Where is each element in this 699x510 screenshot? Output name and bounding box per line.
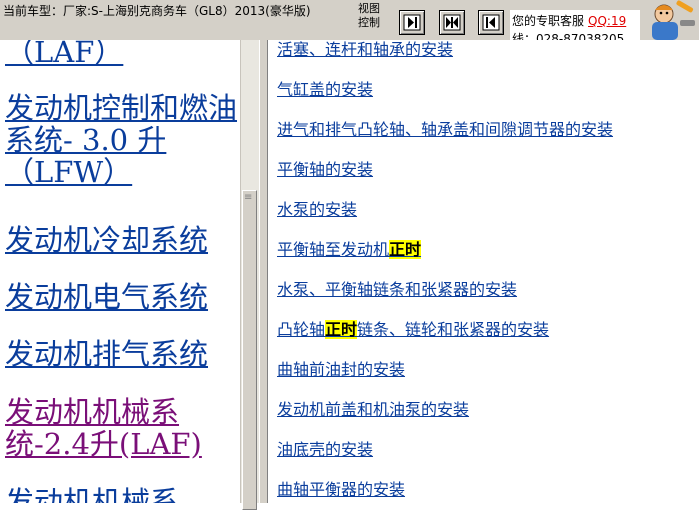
search-highlight: 正时 xyxy=(389,240,422,259)
procedure-link[interactable]: 平衡轴的安装 xyxy=(277,160,373,180)
procedure-link[interactable]: 水泵、平衡轴链条和张紧器的安装 xyxy=(277,280,517,300)
procedure-link[interactable]: 凸轮轴正时链条、链轮和张紧器的安装 xyxy=(277,320,549,340)
service-label: 您的专职客服 xyxy=(512,14,585,28)
procedure-link[interactable]: 油底壳的安装 xyxy=(277,440,373,460)
category-link[interactable]: 发动机机械系 xyxy=(5,486,240,503)
procedure-link[interactable]: 曲轴平衡器的安装 xyxy=(277,480,405,500)
scroll-thumb[interactable] xyxy=(242,190,257,510)
category-link[interactable]: 发动机冷却系统 xyxy=(5,224,240,256)
show-left-pane-button[interactable] xyxy=(478,10,504,35)
procedure-link[interactable]: 曲轴前油封的安装 xyxy=(277,360,405,380)
procedure-link[interactable]: 活塞、连杆和轴承的安装 xyxy=(277,40,453,60)
category-link[interactable]: 发动机电气系统 xyxy=(5,281,240,313)
procedure-link[interactable]: 发动机前盖和机油泵的安装 xyxy=(277,400,469,420)
category-link[interactable]: （LAF） xyxy=(5,40,240,68)
service-phone: 线：028-87038205 xyxy=(512,32,625,40)
top-toolbar: 当前车型：厂家:S-上海别克商务车（GL8）2013(豪华版) 视图控制 您的专… xyxy=(0,0,699,40)
arrow-right-bar-icon xyxy=(403,14,421,31)
arrow-left-bar-icon xyxy=(482,14,500,31)
scroll-grip-icon: ≡ xyxy=(244,192,252,203)
procedure-link[interactable]: 气缸盖的安装 xyxy=(277,80,373,100)
procedure-link[interactable]: 进气和排气凸轮轴、轴承盖和间隙调节器的安装 xyxy=(277,120,613,140)
qq-link[interactable]: QQ:19 xyxy=(588,14,626,28)
category-nav-pane: （LAF） 发动机控制和燃油系统- 3.0 升（LFW） 发动机冷却系统 发动机… xyxy=(0,40,240,503)
split-arrows-icon xyxy=(443,14,461,31)
category-link[interactable]: 发动机控制和燃油系统- 3.0 升（LFW） xyxy=(5,92,240,188)
procedure-link[interactable]: 平衡轴至发动机正时 xyxy=(277,240,422,260)
search-highlight: 正时 xyxy=(325,320,358,339)
mechanic-mascot-icon xyxy=(640,0,699,40)
split-view-button[interactable] xyxy=(439,10,465,35)
category-link-visited[interactable]: 发动机机械系统-2.4升(LAF) xyxy=(5,396,240,460)
pane-splitter[interactable] xyxy=(259,40,268,503)
current-vehicle-label: 当前车型：厂家:S-上海别克商务车（GL8）2013(豪华版) xyxy=(3,4,311,18)
procedure-link[interactable]: 水泵的安装 xyxy=(277,200,357,220)
customer-service-panel: 您的专职客服 QQ:19 线：028-87038205 xyxy=(510,10,640,40)
category-link[interactable]: 发动机排气系统 xyxy=(5,338,240,370)
show-right-pane-button[interactable] xyxy=(399,10,425,35)
procedure-list-pane: 活塞、连杆和轴承的安装 气缸盖的安装 进气和排气凸轮轴、轴承盖和间隙调节器的安装… xyxy=(268,40,699,503)
left-pane-scrollbar[interactable]: ≡ xyxy=(240,40,259,510)
view-control-label: 视图控制 xyxy=(358,2,380,29)
